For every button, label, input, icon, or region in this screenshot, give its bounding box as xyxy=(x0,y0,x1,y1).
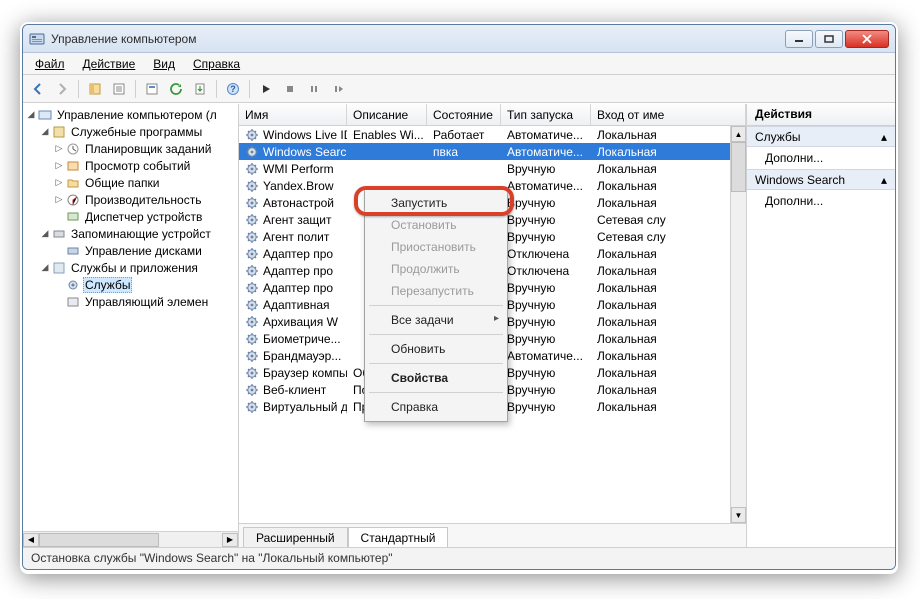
tab-extended[interactable]: Расширенный xyxy=(243,527,348,547)
show-hide-tree-button[interactable] xyxy=(84,78,106,100)
maximize-button[interactable] xyxy=(815,30,843,48)
actions-pane: Действия Службы ▴ Дополни... Windows Sea… xyxy=(747,104,895,547)
tree-wmi-control[interactable]: Управляющий элемен xyxy=(25,293,238,310)
minimize-button[interactable] xyxy=(785,30,813,48)
performance-icon xyxy=(65,192,81,208)
wmi-icon xyxy=(65,294,81,310)
actions-more-2[interactable]: Дополни... xyxy=(747,190,895,212)
export-button[interactable] xyxy=(189,78,211,100)
window-title: Управление компьютером xyxy=(51,32,785,46)
export-list-button[interactable] xyxy=(108,78,130,100)
view-tabs: Расширенный Стандартный xyxy=(239,523,746,547)
ctx-start[interactable]: Запустить xyxy=(367,192,505,214)
event-icon xyxy=(65,158,81,174)
menu-action[interactable]: Действие xyxy=(75,55,144,73)
menubar: Файл Действие Вид Справка xyxy=(23,53,895,75)
device-icon xyxy=(65,209,81,225)
actions-more-1[interactable]: Дополни... xyxy=(747,147,895,169)
tree-event-viewer[interactable]: ▷Просмотр событий xyxy=(25,157,238,174)
column-name[interactable]: Имя xyxy=(239,104,347,125)
collapse-arrow-icon: ▴ xyxy=(881,173,887,187)
tab-standard[interactable]: Стандартный xyxy=(348,527,449,547)
scroll-right-arrow[interactable]: ▶ xyxy=(222,533,238,547)
service-row[interactable]: Windows SearchпвкаАвтоматиче...Локальная xyxy=(239,143,746,160)
actions-group-selected[interactable]: Windows Search ▴ xyxy=(747,169,895,190)
storage-icon xyxy=(51,226,67,242)
folder-icon xyxy=(65,175,81,191)
tree-services[interactable]: Службы xyxy=(25,276,238,293)
navigation-tree-pane: ◢ Управление компьютером (л ◢ Служебные … xyxy=(23,104,239,547)
properties-button[interactable] xyxy=(141,78,163,100)
menu-file[interactable]: Файл xyxy=(27,55,73,73)
tree-performance[interactable]: ▷Производительность xyxy=(25,191,238,208)
menu-view[interactable]: Вид xyxy=(145,55,183,73)
service-row[interactable]: WMI PerformВручнуюЛокальная xyxy=(239,160,746,177)
pause-service-button[interactable] xyxy=(303,78,325,100)
column-status[interactable]: Состояние xyxy=(427,104,501,125)
help-button[interactable]: ? xyxy=(222,78,244,100)
clock-icon xyxy=(65,141,81,157)
ctx-all-tasks[interactable]: Все задачи xyxy=(367,309,505,331)
start-service-button[interactable] xyxy=(255,78,277,100)
grid-vertical-scrollbar[interactable]: ▲ ▼ xyxy=(730,126,746,523)
forward-button[interactable] xyxy=(51,78,73,100)
tree-device-manager[interactable]: Диспетчер устройств xyxy=(25,208,238,225)
ctx-stop: Остановить xyxy=(367,214,505,236)
tree-horizontal-scrollbar[interactable]: ◀ ▶ xyxy=(23,531,238,547)
ctx-resume: Продолжить xyxy=(367,258,505,280)
back-button[interactable] xyxy=(27,78,49,100)
service-row[interactable]: Windows Live ID S...Enables Wi...Работае… xyxy=(239,126,746,143)
gear-icon xyxy=(65,277,81,293)
ctx-restart: Перезапустить xyxy=(367,280,505,302)
statusbar: Остановка службы "Windows Search" на "Ло… xyxy=(23,547,895,569)
close-button[interactable] xyxy=(845,30,889,48)
ctx-refresh[interactable]: Обновить xyxy=(367,338,505,360)
ctx-pause: Приостановить xyxy=(367,236,505,258)
column-description[interactable]: Описание xyxy=(347,104,427,125)
menu-help[interactable]: Справка xyxy=(185,55,248,73)
column-logon-as[interactable]: Вход от име xyxy=(591,104,746,125)
tree-root[interactable]: ◢ Управление компьютером (л xyxy=(25,106,238,123)
scroll-left-arrow[interactable]: ◀ xyxy=(23,533,39,547)
collapse-arrow-icon: ▴ xyxy=(881,130,887,144)
refresh-button[interactable] xyxy=(165,78,187,100)
disk-icon xyxy=(65,243,81,259)
tree-storage[interactable]: ◢Запоминающие устройст xyxy=(25,225,238,242)
tree-services-apps[interactable]: ◢Службы и приложения xyxy=(25,259,238,276)
grid-header: Имя Описание Состояние Тип запуска Вход … xyxy=(239,104,746,126)
computer-icon xyxy=(37,107,53,123)
tools-icon xyxy=(51,124,67,140)
actions-group-services[interactable]: Службы ▴ xyxy=(747,126,895,147)
tree-task-scheduler[interactable]: ▷Планировщик заданий xyxy=(25,140,238,157)
ctx-properties[interactable]: Свойства xyxy=(367,367,505,389)
app-icon xyxy=(29,31,45,47)
scroll-up-arrow[interactable]: ▲ xyxy=(731,126,746,142)
ctx-help[interactable]: Справка xyxy=(367,396,505,418)
toolbar: ? xyxy=(23,75,895,103)
tree-system-tools[interactable]: ◢ Служебные программы xyxy=(25,123,238,140)
context-menu: Запустить Остановить Приостановить Продо… xyxy=(364,188,508,422)
titlebar[interactable]: Управление компьютером xyxy=(23,25,895,53)
actions-header: Действия xyxy=(747,104,895,126)
scroll-down-arrow[interactable]: ▼ xyxy=(731,507,746,523)
svg-text:?: ? xyxy=(230,84,236,94)
services-group-icon xyxy=(51,260,67,276)
stop-service-button[interactable] xyxy=(279,78,301,100)
scroll-thumb[interactable] xyxy=(39,533,159,547)
tree-shared-folders[interactable]: ▷Общие папки xyxy=(25,174,238,191)
scroll-thumb[interactable] xyxy=(731,142,746,192)
column-startup-type[interactable]: Тип запуска xyxy=(501,104,591,125)
tree-disk-management[interactable]: Управление дисками xyxy=(25,242,238,259)
restart-service-button[interactable] xyxy=(327,78,349,100)
